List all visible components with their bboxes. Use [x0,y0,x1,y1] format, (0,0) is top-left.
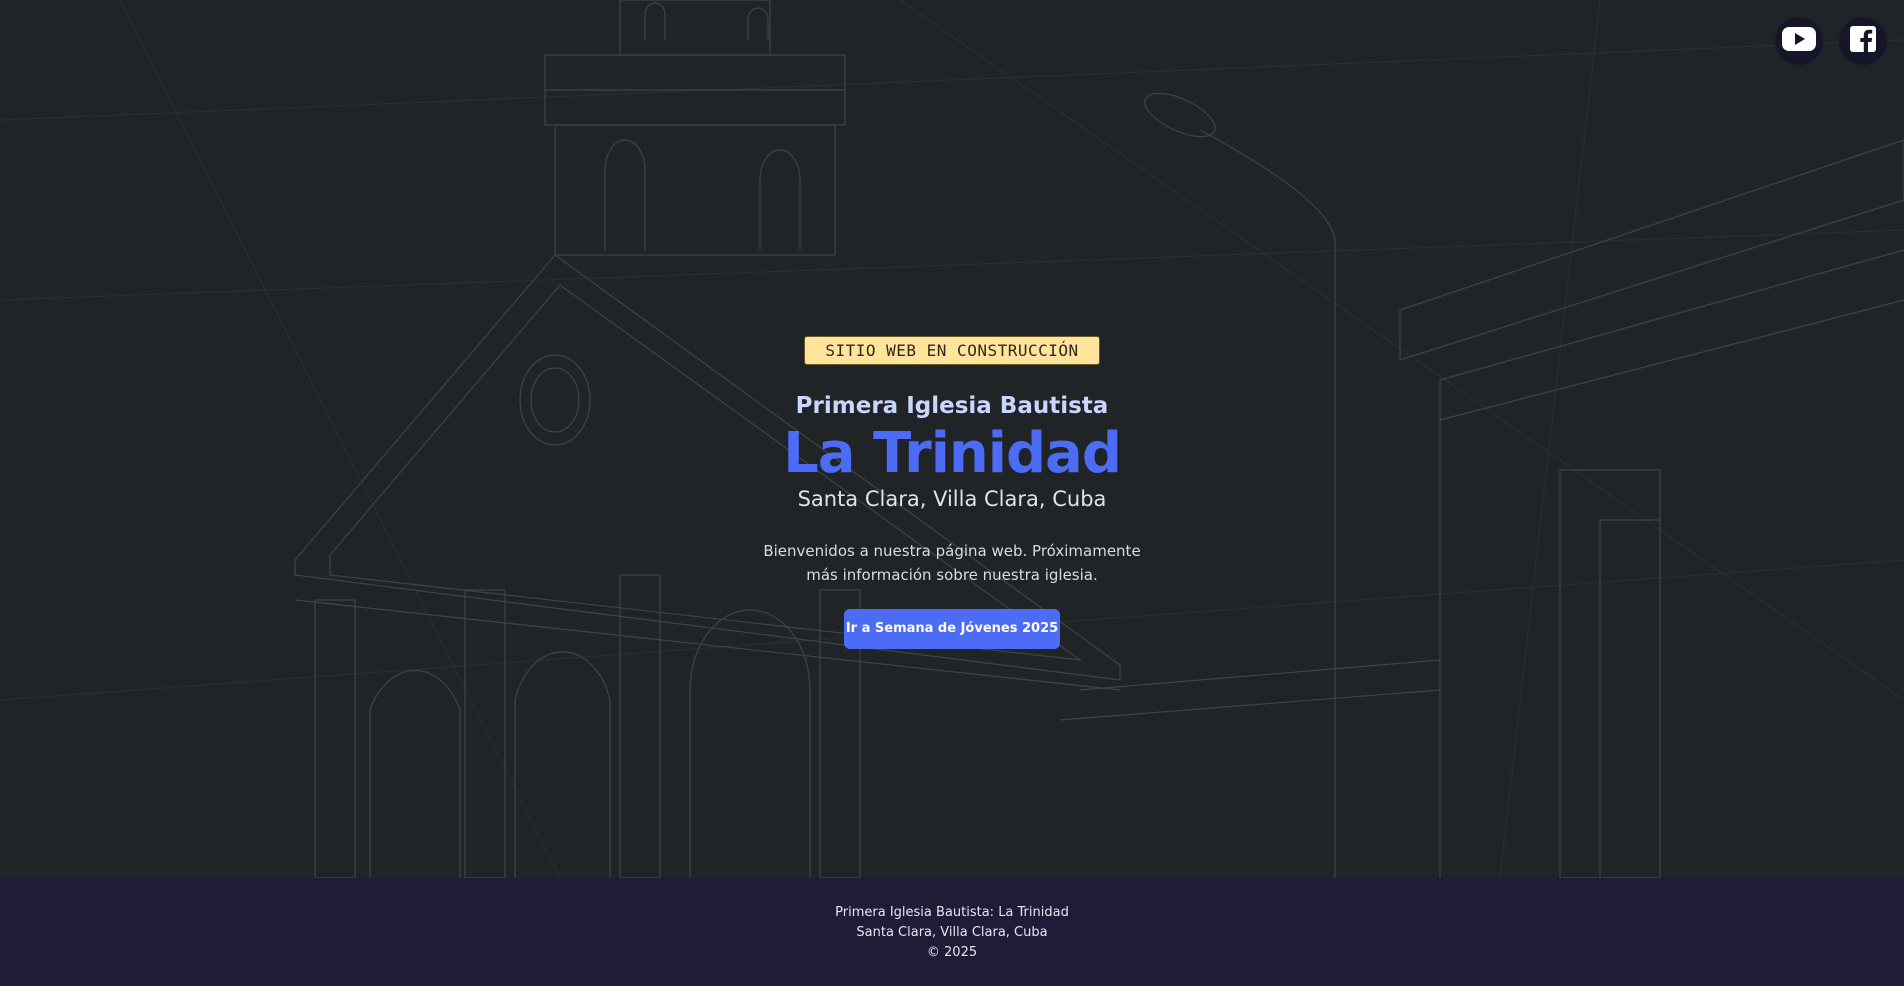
construction-badge: SITIO WEB EN CONSTRUCCIÓN [804,336,1100,365]
footer-church-name: Primera Iglesia Bautista: La Trinidad [835,905,1069,920]
location-text: Santa Clara, Villa Clara, Cuba [797,487,1107,511]
hero-section: SITIO WEB EN CONSTRUCCIÓN Primera Iglesi… [0,0,1904,878]
facebook-icon [1850,26,1876,56]
footer: Primera Iglesia Bautista: La Trinidad Sa… [0,878,1904,986]
youtube-icon [1782,27,1816,55]
facebook-link[interactable] [1839,17,1887,65]
youtube-link[interactable] [1775,17,1823,65]
youth-week-button[interactable]: Ir a Semana de Jóvenes 2025 [844,609,1060,649]
welcome-text: Bienvenidos a nuestra página web. Próxim… [763,542,1141,584]
footer-copyright: © 2025 [926,945,978,960]
footer-location: Santa Clara, Villa Clara, Cuba [856,925,1048,940]
page-title: La Trinidad [783,421,1122,486]
